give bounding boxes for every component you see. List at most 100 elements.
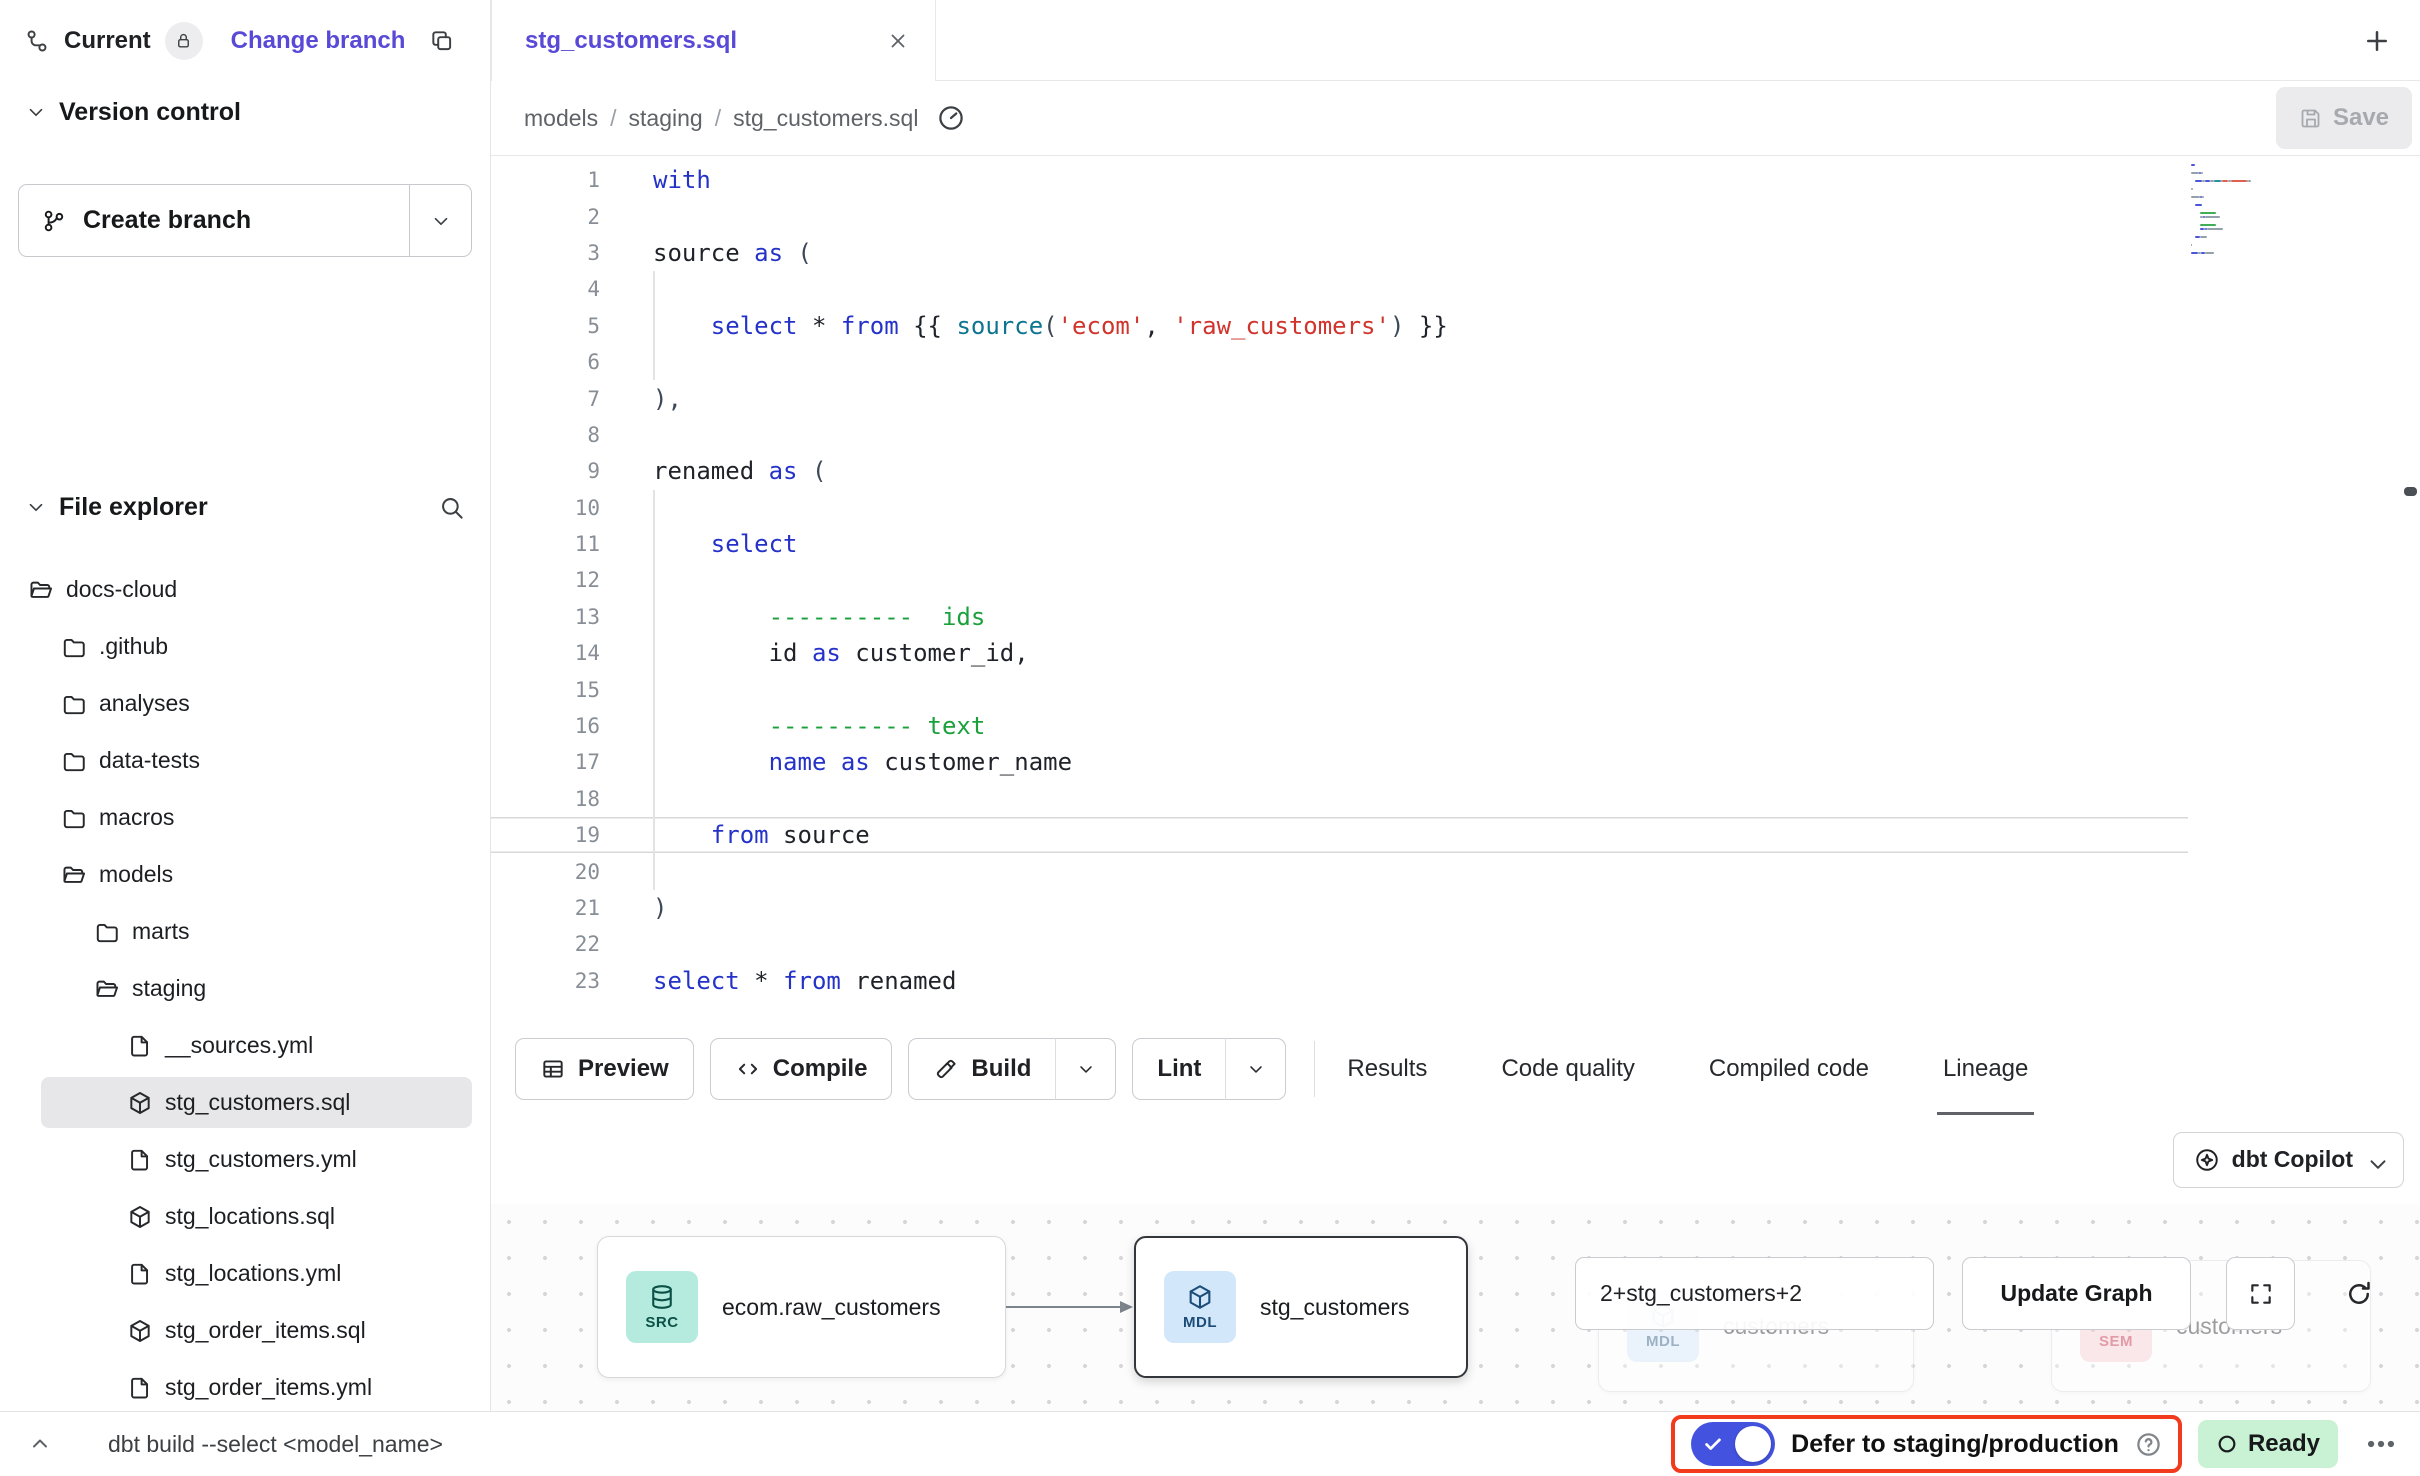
line-number: 17	[491, 750, 600, 774]
code-line-9[interactable]: 9renamed as (	[491, 453, 2188, 489]
help-icon[interactable]	[2135, 1431, 2162, 1458]
file-tree-item-marts[interactable]: marts	[0, 903, 490, 960]
line-number: 6	[491, 350, 600, 374]
code-line-1[interactable]: 1with	[491, 162, 2188, 198]
file-tree-item-stg_order_items.yml[interactable]: stg_order_items.yml	[0, 1359, 490, 1411]
lint-caret[interactable]	[1225, 1038, 1286, 1100]
file-tree-item-models[interactable]: models	[0, 846, 490, 903]
refresh-button[interactable]	[2324, 1257, 2394, 1330]
code-line-20[interactable]: 20	[491, 853, 2188, 889]
gauge-icon[interactable]	[936, 103, 966, 133]
command-bar[interactable]: dbt build --select <model_name>	[108, 1431, 443, 1458]
code-line-7[interactable]: 7),	[491, 380, 2188, 416]
code-line-16[interactable]: 16 ---------- text	[491, 708, 2188, 744]
code-line-4[interactable]: 4	[491, 271, 2188, 307]
results-tab-lineage[interactable]: Lineage	[1937, 1023, 2034, 1115]
breadcrumb-separator: /	[715, 105, 721, 132]
code-line-2[interactable]: 2	[491, 198, 2188, 234]
version-control-header[interactable]: Version control	[0, 81, 490, 143]
code-line-10[interactable]: 10	[491, 490, 2188, 526]
lint-label: Lint	[1157, 1055, 1201, 1083]
code-line-3[interactable]: 3source as (	[491, 235, 2188, 271]
code-text: )	[600, 890, 667, 926]
code-line-19[interactable]: 19 from source	[491, 817, 2188, 853]
file-tree-label: models	[99, 861, 173, 888]
tab-stg-customers-sql[interactable]: stg_customers.sql	[491, 0, 936, 81]
chevron-up-icon[interactable]	[28, 1432, 52, 1456]
results-tab-compiled-code[interactable]: Compiled code	[1703, 1023, 1875, 1115]
code-line-12[interactable]: 12	[491, 562, 2188, 598]
copy-icon[interactable]	[429, 28, 455, 54]
defer-toggle[interactable]	[1691, 1422, 1775, 1466]
change-branch-link[interactable]: Change branch	[231, 27, 406, 55]
dbt-copilot-button[interactable]: dbt Copilot	[2173, 1132, 2404, 1188]
chevron-down-icon	[430, 210, 452, 232]
lineage-graph[interactable]: MDL customers SEM customers SRC	[491, 1204, 2420, 1411]
editor-scrollbar-thumb[interactable]	[2404, 487, 2417, 496]
line-number: 22	[491, 932, 600, 956]
lint-button[interactable]: Lint	[1132, 1038, 1225, 1100]
file-tree-item-docs-cloud[interactable]: docs-cloud	[0, 561, 490, 618]
create-branch-caret[interactable]	[409, 185, 471, 256]
file-tree-item-.github[interactable]: .github	[0, 618, 490, 675]
folder-icon	[61, 805, 87, 831]
file-tree-label: macros	[99, 804, 174, 831]
build-caret[interactable]	[1055, 1038, 1116, 1100]
file-tree-item-macros[interactable]: macros	[0, 789, 490, 846]
file-tree-item-stg_customers.sql[interactable]: stg_customers.sql	[0, 1074, 490, 1131]
file-tree-item-stg_locations.sql[interactable]: stg_locations.sql	[0, 1188, 490, 1245]
code-line-17[interactable]: 17 name as customer_name	[491, 744, 2188, 780]
file-tree-item-stg_locations.yml[interactable]: stg_locations.yml	[0, 1245, 490, 1302]
lineage-selector-input[interactable]	[1575, 1257, 1934, 1330]
save-button[interactable]: Save	[2276, 87, 2412, 149]
code-icon	[735, 1056, 761, 1082]
fullscreen-button[interactable]	[2226, 1257, 2295, 1330]
code-line-5[interactable]: 5 select * from {{ source('ecom', 'raw_c…	[491, 308, 2188, 344]
preview-label: Preview	[578, 1055, 669, 1083]
file-tree-item-data-tests[interactable]: data-tests	[0, 732, 490, 789]
file-explorer-header[interactable]: File explorer	[0, 477, 490, 537]
new-tab-button[interactable]	[2334, 0, 2420, 81]
file-tree-label: __sources.yml	[165, 1032, 313, 1059]
code-line-23[interactable]: 23select * from renamed	[491, 963, 2188, 999]
line-number: 15	[491, 678, 600, 702]
code-line-8[interactable]: 8	[491, 417, 2188, 453]
file-tree-item-staging[interactable]: staging	[0, 960, 490, 1017]
build-button[interactable]: Build	[908, 1038, 1055, 1100]
build-split-button: Build	[908, 1038, 1116, 1100]
code-line-18[interactable]: 18	[491, 781, 2188, 817]
code-text: ---------- ids	[600, 599, 985, 635]
code-line-6[interactable]: 6	[491, 344, 2188, 380]
git-branch-icon	[41, 208, 67, 234]
lineage-node-stg-customers[interactable]: MDL stg_customers	[1134, 1236, 1468, 1378]
update-graph-button[interactable]: Update Graph	[1962, 1257, 2191, 1330]
file-tree-label: data-tests	[99, 747, 200, 774]
code-line-13[interactable]: 13 ---------- ids	[491, 599, 2188, 635]
more-menu-button[interactable]	[2354, 1427, 2408, 1461]
file-tree-item-stg_customers.yml[interactable]: stg_customers.yml	[0, 1131, 490, 1188]
close-icon[interactable]	[887, 30, 909, 52]
file-tree-label: stg_customers.sql	[165, 1089, 350, 1116]
search-icon[interactable]	[438, 494, 465, 521]
file-icon	[127, 1261, 153, 1287]
code-line-14[interactable]: 14 id as customer_id,	[491, 635, 2188, 671]
results-tab-results[interactable]: Results	[1341, 1023, 1433, 1115]
file-tree-item-__sources.yml[interactable]: __sources.yml	[0, 1017, 490, 1074]
file-tree-item-stg_order_items.sql[interactable]: stg_order_items.sql	[0, 1302, 490, 1359]
preview-button[interactable]: Preview	[515, 1038, 694, 1100]
code-editor: 1with23source as (45 select * from {{ so…	[491, 156, 2420, 1023]
code-line-22[interactable]: 22	[491, 926, 2188, 962]
results-tab-code-quality[interactable]: Code quality	[1495, 1023, 1640, 1115]
line-number: 16	[491, 714, 600, 738]
code-line-21[interactable]: 21)	[491, 890, 2188, 926]
lineage-node-ecom-raw-customers[interactable]: SRC ecom.raw_customers	[597, 1236, 1006, 1378]
minimap[interactable]	[2191, 164, 2323, 256]
folder-open-icon	[94, 976, 120, 1002]
code-line-11[interactable]: 11 select	[491, 526, 2188, 562]
check-icon	[1702, 1433, 1724, 1455]
code-line-15[interactable]: 15	[491, 671, 2188, 707]
file-tree-item-analyses[interactable]: analyses	[0, 675, 490, 732]
create-branch-button[interactable]: Create branch	[19, 185, 409, 256]
chevron-down-icon	[25, 496, 47, 518]
compile-button[interactable]: Compile	[710, 1038, 893, 1100]
